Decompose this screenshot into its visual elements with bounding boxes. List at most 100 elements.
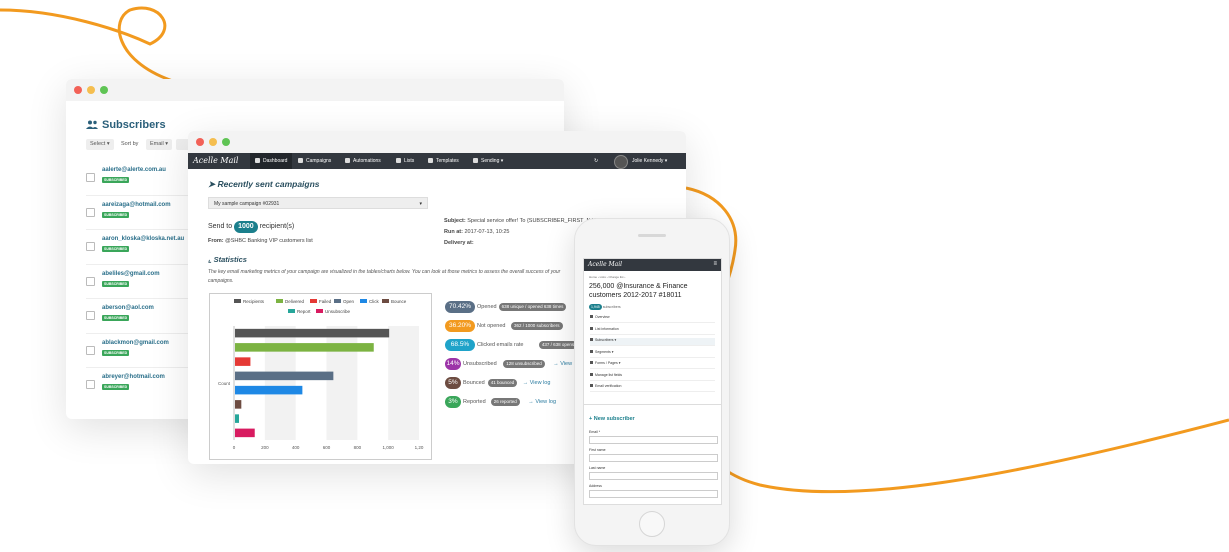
menu-bullet-icon (590, 326, 593, 330)
stat-label: Clicked emails rate (477, 342, 524, 348)
form-input[interactable] (589, 454, 718, 462)
status-badge: SUBSCRIBED (102, 177, 130, 183)
row-checkbox[interactable] (86, 380, 95, 389)
run-at-line: Run at: 2017-07-13, 10:25 (444, 229, 510, 235)
nav-dashboard[interactable]: Dashboard (250, 153, 293, 169)
phone-screen: Acelle Mail ≡ Home › Lists › Change list… (583, 258, 722, 505)
menu-bullet-icon (590, 384, 593, 387)
stat-label: Unsubscribed (463, 361, 497, 367)
bar-delivered[interactable] (235, 343, 374, 352)
bar-open[interactable] (235, 371, 334, 381)
phone-menu-item[interactable]: Subscribers ▾ (590, 338, 715, 346)
home-icon (255, 158, 260, 163)
status-badge: SUBSCRIBED (102, 315, 130, 321)
minimize-dot[interactable] (209, 138, 217, 146)
form-input[interactable] (589, 490, 718, 498)
stat-detail-pill: 362 / 1000 subscribers (511, 322, 563, 330)
stat-detail-pill: 128 unsubscribed (503, 360, 545, 368)
view-log-link[interactable]: → View log (528, 396, 556, 408)
phone-menu-item[interactable]: Email verification (590, 384, 715, 392)
view-log-link[interactable]: → View l (553, 358, 575, 370)
row-checkbox[interactable] (86, 311, 95, 320)
phone-menu-item[interactable]: Overview (590, 315, 715, 323)
row-checkbox[interactable] (86, 345, 95, 355)
subscriber-email[interactable]: abreyer@hotmail.com (102, 374, 165, 380)
history-icon[interactable]: ↻ (594, 153, 598, 169)
bar-report[interactable] (235, 414, 240, 423)
subscriber-email[interactable]: abeliles@gmail.com (102, 271, 160, 277)
view-log-link[interactable]: → View log (523, 377, 551, 389)
phone-logo[interactable]: Acelle Mail (588, 261, 622, 268)
app-logo[interactable]: Acelle Mail (193, 156, 238, 165)
field-label: First name (589, 448, 606, 452)
menu-bullet-icon (590, 361, 593, 364)
stat-percentage-badge: 5% (445, 377, 461, 389)
stat-label: Bounced (463, 380, 485, 386)
subscriber-email[interactable]: aaron_kloska@kloska.net.au (102, 236, 184, 242)
send-to-line: Send to 1000 recipient(s) (208, 221, 294, 233)
select-dropdown[interactable]: Select ▾ (86, 139, 114, 150)
row-checkbox[interactable] (86, 276, 95, 286)
recent-campaigns-heading: ➤ Recently sent campaigns (208, 179, 320, 189)
campaign-select[interactable]: My sample campaign #02931 ▾ (208, 197, 428, 209)
stat-percentage-badge: 36.20% (445, 320, 475, 332)
row-checkbox[interactable] (86, 207, 95, 217)
divider (584, 404, 721, 405)
robot-icon (345, 158, 350, 163)
subscriber-email[interactable]: aberson@aol.com (102, 305, 154, 311)
phone-menu-item[interactable]: List information (590, 326, 715, 335)
hamburger-menu-icon[interactable]: ≡ (713, 261, 717, 267)
field-label: Email * (589, 430, 601, 434)
form-input[interactable] (589, 472, 718, 480)
bar-unsubscribe[interactable] (235, 428, 255, 438)
minimize-dot[interactable] (87, 86, 95, 94)
bar-click[interactable] (235, 385, 303, 395)
from-line: From: @SHBC Banking VIP customers list (208, 238, 313, 244)
breadcrumb: Home › Lists › Change list › (589, 275, 626, 279)
subscriber-email[interactable]: aareizaga@hotmail.com (102, 202, 171, 208)
subscriber-email[interactable]: ablackmon@gmail.com (102, 340, 169, 346)
nav-sending[interactable]: Sending ▾ (473, 153, 503, 169)
status-badge: SUBSCRIBED (102, 280, 130, 287)
nav-campaigns[interactable]: Campaigns (298, 153, 331, 169)
stat-detail-pill: 41 bounced (487, 379, 518, 387)
page-title: Subscribers (86, 119, 166, 131)
phone-menu-item[interactable]: Manage list fields (590, 372, 715, 381)
sort-by-label: Sort by (121, 141, 139, 147)
nav-lists[interactable]: Lists (396, 153, 414, 169)
maximize-dot[interactable] (100, 86, 108, 94)
row-checkbox[interactable] (86, 242, 95, 251)
close-dot[interactable] (74, 86, 82, 94)
nav-automations[interactable]: Automations (345, 153, 381, 169)
maximize-dot[interactable] (222, 138, 230, 146)
new-subscriber-heading: + New subscriber (589, 416, 635, 422)
form-input[interactable] (589, 436, 718, 444)
recipient-count-badge: 1000 (234, 221, 258, 233)
phone-home-button[interactable] (639, 511, 665, 537)
nav-templates[interactable]: Templates (428, 153, 459, 169)
sort-field-dropdown[interactable]: Email ▾ (146, 139, 173, 150)
template-icon (428, 158, 433, 163)
menu-bullet-icon (590, 349, 593, 353)
bar-failed[interactable] (235, 357, 251, 366)
close-dot[interactable] (196, 138, 204, 146)
row-divider (86, 263, 196, 265)
x-tick-label: 200 (261, 445, 269, 450)
user-menu[interactable]: Jolie Kennedy ▾ (632, 153, 667, 169)
subscriber-email[interactable]: aalerte@alerte.com.au (102, 167, 166, 173)
statistics-description: The key email marketing metrics of your … (208, 269, 561, 275)
phone-menu-item[interactable]: Forms / Pages ▾ (590, 361, 715, 369)
row-checkbox[interactable] (86, 173, 95, 182)
bar-bounce[interactable] (235, 400, 242, 409)
users-icon (86, 120, 98, 129)
window-titlebar (66, 79, 564, 101)
phone-mockup: Acelle Mail ≡ Home › Lists › Change list… (574, 218, 730, 546)
x-tick-label: 800 (354, 445, 362, 450)
bar-recipients[interactable] (235, 328, 390, 338)
phone-menu-item[interactable]: Segments ▾ (590, 349, 715, 358)
field-label: Address (589, 484, 602, 488)
row-divider (86, 298, 196, 299)
avatar[interactable] (614, 155, 628, 169)
menu-bullet-icon (590, 338, 593, 341)
statistics-description-cont: campaigns. (208, 278, 234, 284)
